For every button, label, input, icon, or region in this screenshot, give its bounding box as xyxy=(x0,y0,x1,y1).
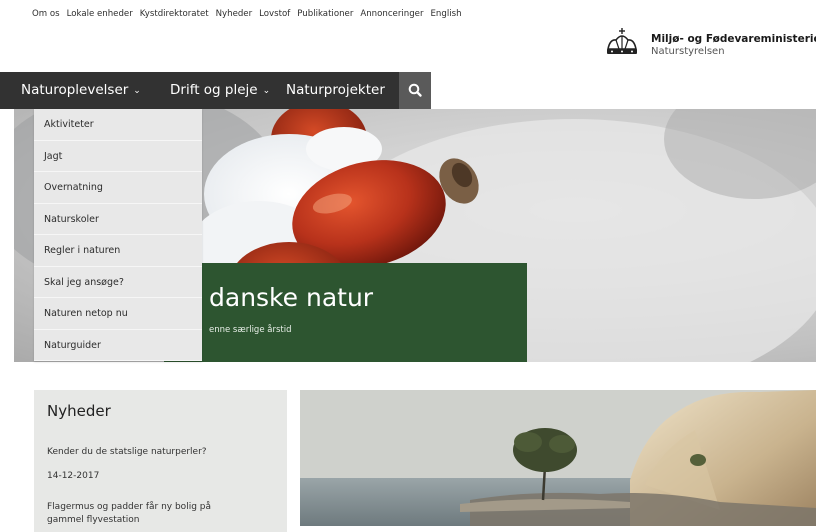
news-item-date: 14-12-2017 xyxy=(47,471,100,481)
brand-subtitle: Naturstyrelsen xyxy=(651,46,725,57)
coast-photo[interactable] xyxy=(300,390,816,526)
link-nyheder[interactable]: Nyheder xyxy=(216,9,253,19)
search-icon xyxy=(408,83,422,97)
crown-icon xyxy=(607,28,637,54)
nav-drift-og-pleje[interactable]: Drift og pleje ⌄ xyxy=(170,72,270,109)
hero-title: danske natur xyxy=(209,283,374,312)
link-publikationer[interactable]: Publikationer xyxy=(297,9,353,19)
chevron-down-icon: ⌄ xyxy=(133,86,141,96)
menu-item-naturguider[interactable]: Naturguider xyxy=(34,330,202,361)
menu-item-aktiviteter[interactable]: Aktiviteter xyxy=(34,109,202,141)
link-om-os[interactable]: Om os xyxy=(32,9,60,19)
menu-item-naturen-netop-nu[interactable]: Naturen netop nu xyxy=(34,298,202,330)
menu-item-overnatning[interactable]: Overnatning xyxy=(34,172,202,204)
hero-card[interactable]: danske natur enne særlige årstid xyxy=(164,263,527,362)
link-annonceringer[interactable]: Annonceringer xyxy=(360,9,423,19)
brand-name: Miljø- og Fødevareministeriet xyxy=(651,33,816,45)
menu-item-regler-i-naturen[interactable]: Regler i naturen xyxy=(34,235,202,267)
chevron-down-icon: ⌄ xyxy=(262,86,271,96)
main-nav: Naturoplevelser ⌄ Drift og pleje ⌄ Naturpr… xyxy=(0,72,431,109)
news-item-link[interactable]: Flagermus og padder får ny bolig på gamm… xyxy=(47,501,247,527)
link-lokale-enheder[interactable]: Lokale enheder xyxy=(67,9,133,19)
nav-naturoplevelser[interactable]: Naturoplevelser ⌄ xyxy=(21,72,141,109)
news-panel: Nyheder Kender du de statslige naturperl… xyxy=(34,390,287,532)
menu-item-jagt[interactable]: Jagt xyxy=(34,141,202,172)
nav-label: Naturoplevelser xyxy=(21,82,129,98)
nav-naturprojekter[interactable]: Naturprojekter xyxy=(286,72,385,109)
menu-item-naturskoler[interactable]: Naturskoler xyxy=(34,204,202,235)
news-heading: Nyheder xyxy=(47,402,111,420)
nav-label: Naturprojekter xyxy=(286,82,385,98)
news-item-link[interactable]: Kender du de statslige naturperler? xyxy=(47,446,267,459)
link-lovstof[interactable]: Lovstof xyxy=(259,9,290,19)
search-button[interactable] xyxy=(399,72,431,109)
nav-label: Drift og pleje xyxy=(170,82,258,98)
link-english[interactable]: English xyxy=(431,9,462,19)
ministry-logo[interactable]: Miljø- og Fødevareministeriet Naturstyre… xyxy=(602,27,816,63)
hero-subtitle: enne særlige årstid xyxy=(209,325,292,335)
utility-nav: Om os Lokale enheder Kystdirektoratet Ny… xyxy=(32,9,462,19)
naturoplevelser-dropdown: Aktiviteter Jagt Overnatning Naturskoler… xyxy=(34,109,202,361)
menu-item-skal-jeg-ansoge[interactable]: Skal jeg ansøge? xyxy=(34,267,202,298)
cliff-photo xyxy=(300,390,816,526)
link-kystdirektoratet[interactable]: Kystdirektoratet xyxy=(140,9,209,19)
